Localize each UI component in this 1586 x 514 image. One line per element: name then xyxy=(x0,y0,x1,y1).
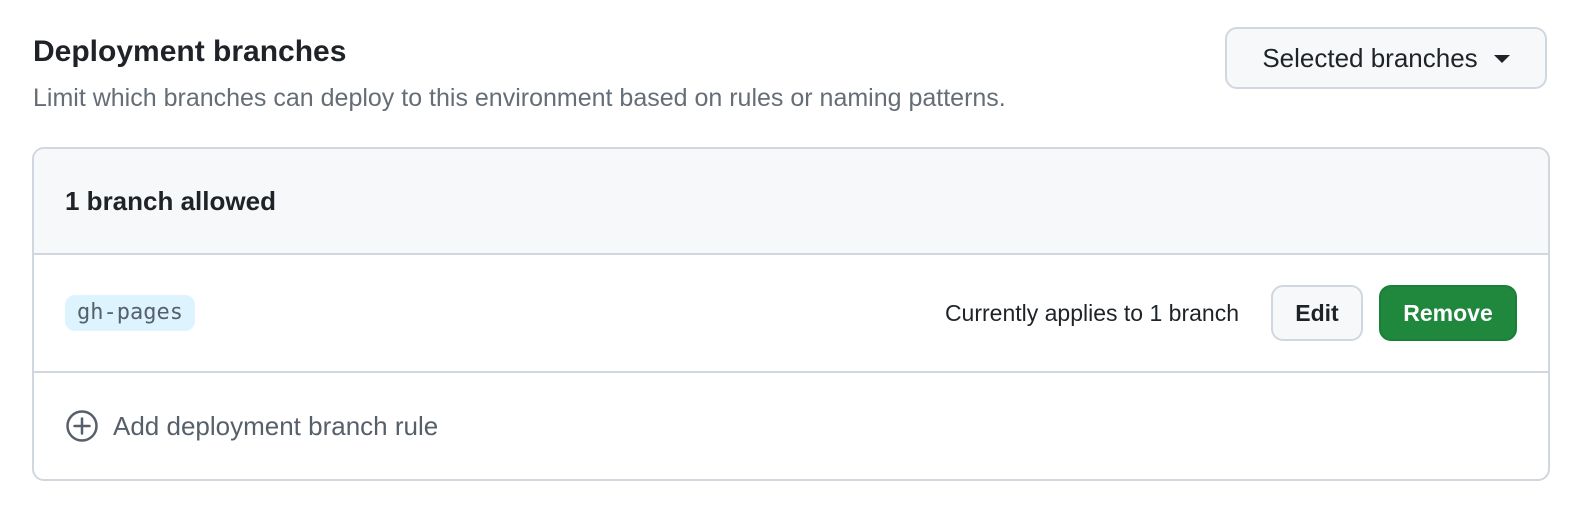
rules-header: 1 branch allowed xyxy=(34,149,1548,255)
section-description: Limit which branches can deploy to this … xyxy=(33,84,1006,112)
section-title: Deployment branches xyxy=(33,35,347,68)
remove-button[interactable]: Remove xyxy=(1379,285,1517,341)
triangle-down-icon xyxy=(1493,55,1510,63)
branch-policy-dropdown[interactable]: Selected branches xyxy=(1225,27,1547,89)
dropdown-label: Selected branches xyxy=(1262,42,1478,73)
applies-text: Currently applies to 1 branch xyxy=(944,299,1239,326)
list-item: gh-pages Currently applies to 1 branch E… xyxy=(34,255,1548,373)
add-deployment-branch-rule-button[interactable]: Add deployment branch rule xyxy=(34,373,1548,479)
branch-name-pill: gh-pages xyxy=(65,295,195,331)
plus-circle-icon xyxy=(65,409,99,443)
section-header: Deployment branches Limit which branches… xyxy=(33,30,1006,116)
deployment-branches-page: Deployment branches Limit which branches… xyxy=(0,0,1586,514)
branch-rules-box: 1 branch allowed gh-pages Currently appl… xyxy=(32,147,1550,481)
add-rule-label: Add deployment branch rule xyxy=(113,410,439,441)
edit-button[interactable]: Edit xyxy=(1271,285,1363,341)
